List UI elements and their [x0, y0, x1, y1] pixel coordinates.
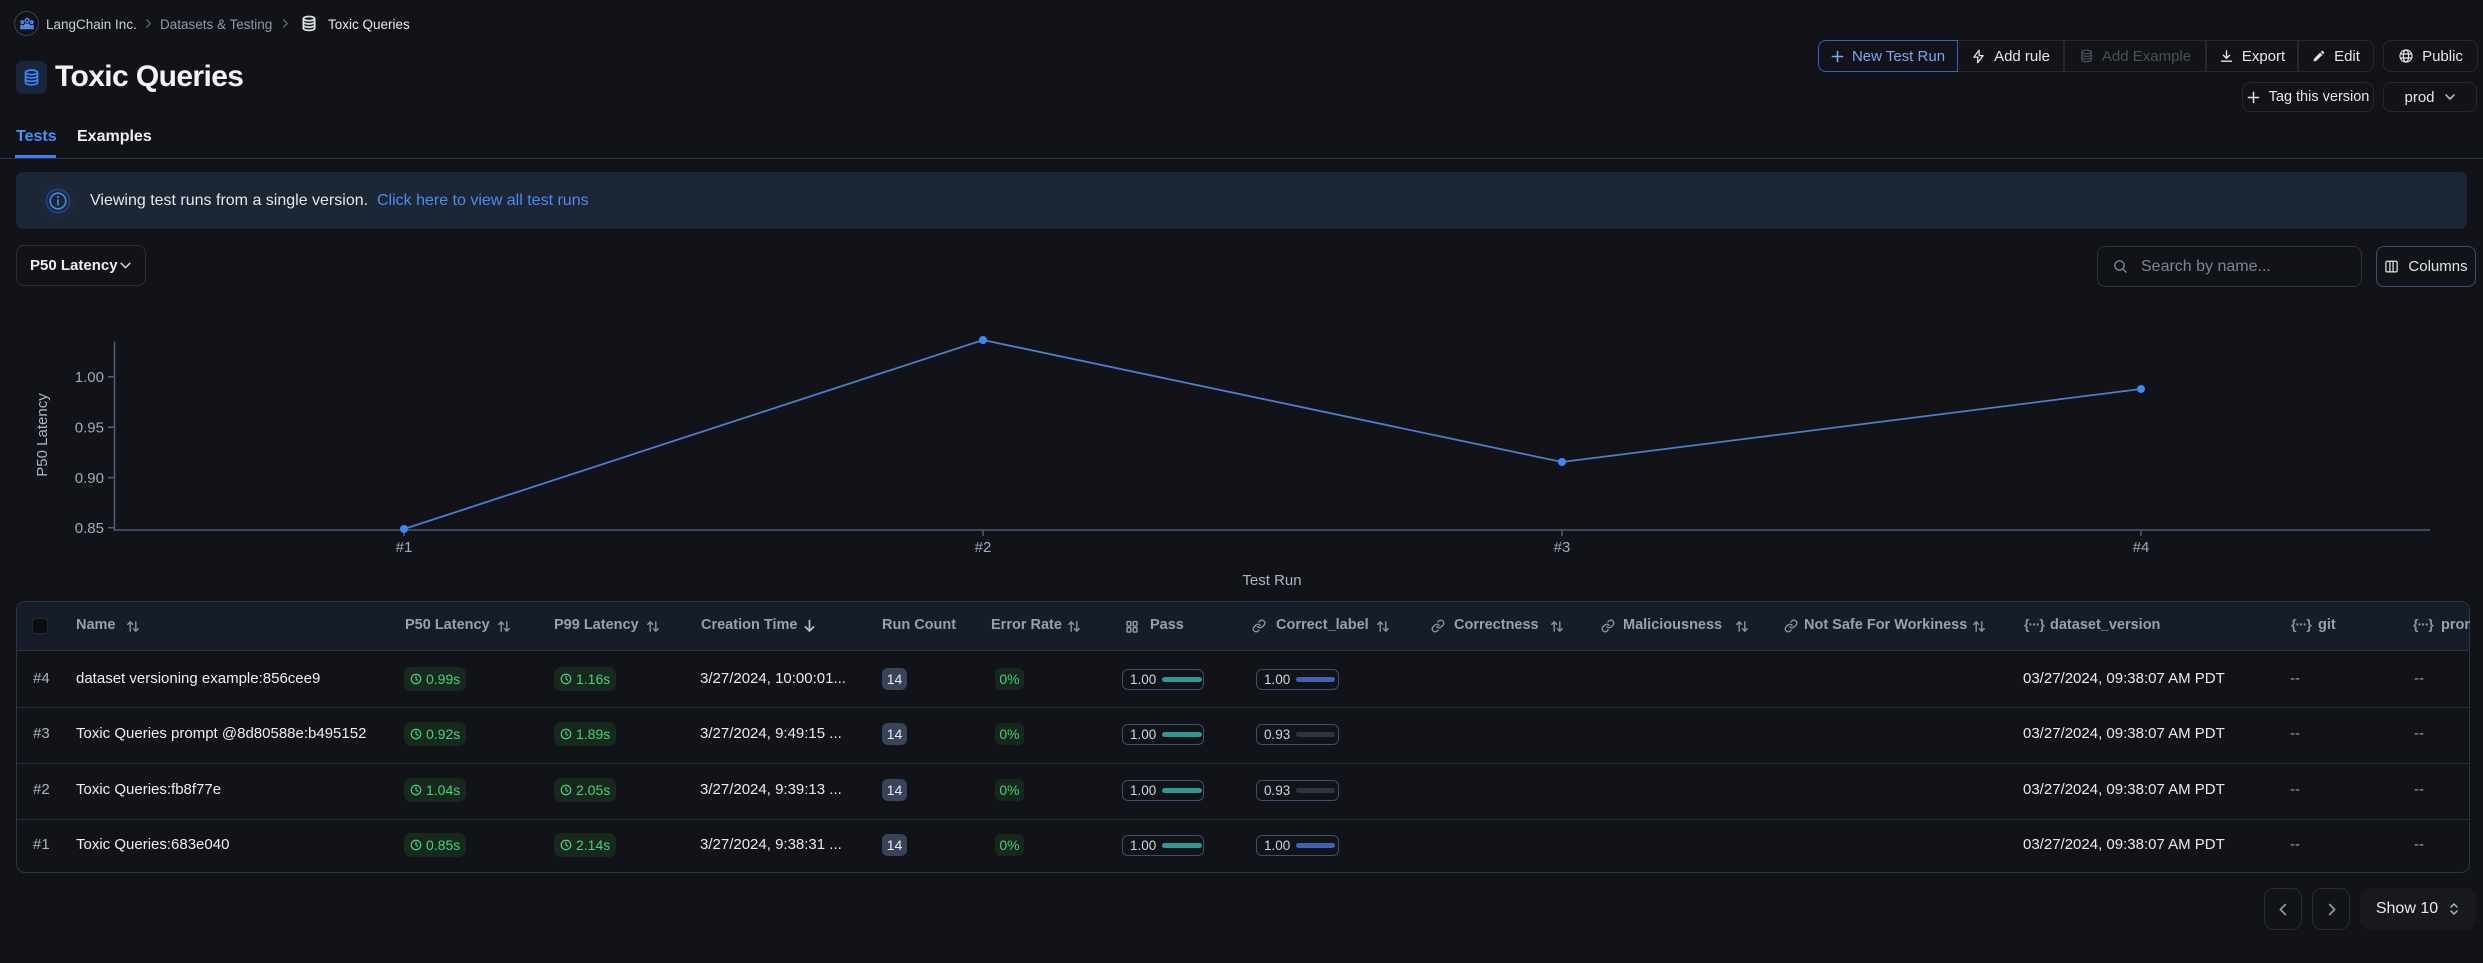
- svg-text:0.85: 0.85: [75, 520, 104, 537]
- svg-text:#2: #2: [975, 539, 992, 556]
- svg-text:#3: #3: [1554, 539, 1571, 556]
- svg-text:1.00: 1.00: [75, 369, 104, 386]
- svg-text:#4: #4: [2133, 539, 2150, 556]
- svg-text:Test Run: Test Run: [1242, 572, 1301, 589]
- svg-text:0.90: 0.90: [75, 470, 104, 487]
- svg-text:P50 Latency: P50 Latency: [34, 393, 51, 477]
- svg-text:#1: #1: [396, 539, 413, 556]
- svg-text:0.95: 0.95: [75, 419, 104, 436]
